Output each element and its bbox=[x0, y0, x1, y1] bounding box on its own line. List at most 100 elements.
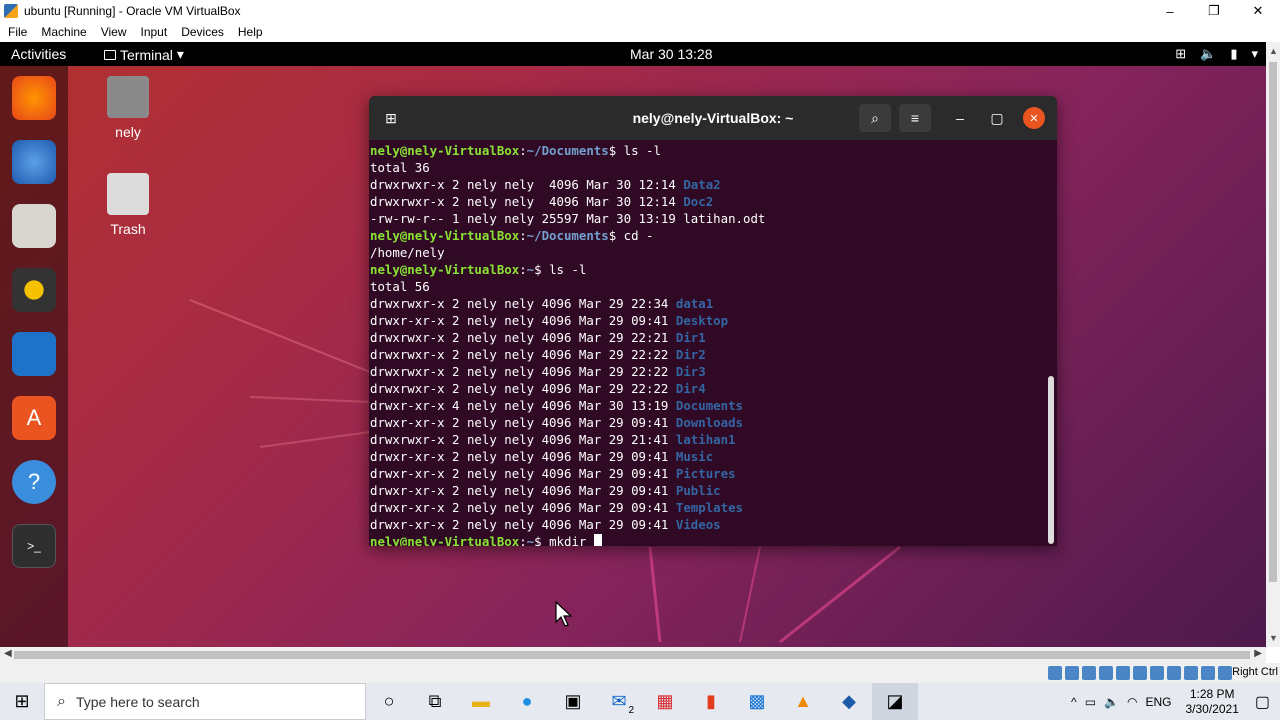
terminal-close-button[interactable]: ✕ bbox=[1023, 107, 1045, 129]
keyboard-icon[interactable] bbox=[1218, 666, 1232, 680]
minimize-button[interactable]: – bbox=[1148, 0, 1192, 22]
files-icon[interactable] bbox=[12, 204, 56, 248]
terminal-minimize-button[interactable]: – bbox=[944, 104, 976, 132]
taskbar-clock[interactable]: 1:28 PM 3/30/2021 bbox=[1185, 687, 1238, 717]
terminal-icon[interactable]: >_ bbox=[12, 524, 56, 568]
cortana-icon[interactable]: ○ bbox=[366, 683, 412, 720]
search-button[interactable]: ⌕ bbox=[859, 104, 891, 132]
gift-icon[interactable]: ▦ bbox=[642, 683, 688, 720]
task-view-icon[interactable]: ⧉ bbox=[412, 683, 458, 720]
office-icon[interactable]: ▮ bbox=[688, 683, 734, 720]
horizontal-scrollbar[interactable]: ◀ ▶ bbox=[0, 647, 1266, 663]
software-icon[interactable]: A bbox=[12, 396, 56, 440]
display-icon[interactable] bbox=[1150, 666, 1164, 680]
mail-icon[interactable]: ✉ 2 bbox=[596, 683, 642, 720]
scroll-up-icon[interactable]: ▲ bbox=[1269, 46, 1278, 56]
virtualbox-icon[interactable]: ◆ bbox=[826, 683, 872, 720]
prompt-path: ~/Documents bbox=[526, 143, 609, 158]
terminal-line: /home/nely bbox=[370, 244, 1049, 261]
store-icon[interactable]: ▣ bbox=[550, 683, 596, 720]
firefox-icon[interactable] bbox=[12, 76, 56, 120]
directory-name: data1 bbox=[675, 296, 714, 311]
writer-icon[interactable] bbox=[12, 332, 56, 376]
terminal-line: drwxr-xr-x 2 nely nely 4096 Mar 29 09:41… bbox=[370, 414, 1049, 431]
directory-name: Public bbox=[675, 483, 721, 498]
output-text: drwxrwxr-x 2 nely nely 4096 Mar 30 12:14 bbox=[370, 177, 684, 192]
ubuntu-dock: A ? >_ bbox=[0, 66, 68, 647]
terminal-line: drwxrwxr-x 2 nely nely 4096 Mar 29 21:41… bbox=[370, 431, 1049, 448]
optical-icon[interactable] bbox=[1065, 666, 1079, 680]
output-text: -rw-rw-r-- 1 nely nely 25597 Mar 30 13:1… bbox=[370, 211, 766, 226]
system-tray[interactable]: ⊞ 🔈 ▮ ▾ bbox=[1175, 46, 1258, 62]
topbar-clock[interactable]: Mar 30 13:28 bbox=[630, 46, 713, 62]
thunderbird-icon[interactable] bbox=[12, 140, 56, 184]
terminal-line: nely@nely-VirtualBox:~/Documents$ cd - bbox=[370, 228, 654, 243]
language-indicator[interactable]: ENG bbox=[1145, 695, 1171, 709]
audio-icon[interactable] bbox=[1082, 666, 1096, 680]
whiteboard-icon[interactable]: ▩ bbox=[734, 683, 780, 720]
scroll-left-icon[interactable]: ◀ bbox=[4, 648, 12, 659]
rhythmbox-icon[interactable] bbox=[12, 268, 56, 312]
command-text: ls -l bbox=[623, 143, 661, 158]
scroll-thumb[interactable] bbox=[1269, 62, 1277, 582]
device-icons bbox=[1048, 666, 1232, 680]
output-text: /home/nely bbox=[370, 245, 445, 260]
close-button[interactable]: ✕ bbox=[1236, 0, 1280, 22]
taskbar-time: 1:28 PM bbox=[1189, 686, 1235, 701]
mouse-integration-icon[interactable] bbox=[1201, 666, 1215, 680]
battery-icon[interactable]: ▭ bbox=[1085, 695, 1096, 709]
network-icon[interactable] bbox=[1099, 666, 1113, 680]
terminal-small-icon bbox=[104, 49, 116, 60]
menu-devices[interactable]: Devices bbox=[181, 25, 224, 39]
file-explorer-icon[interactable]: ▬ bbox=[458, 683, 504, 720]
terminal-output[interactable]: nely@nely-VirtualBox:~/Documents$ ls -l t… bbox=[369, 142, 1049, 546]
vm-window-icon[interactable]: ◪ bbox=[872, 683, 918, 720]
mail-badge: 2 bbox=[628, 705, 634, 716]
menubar: File Machine View Input Devices Help bbox=[0, 22, 1280, 42]
help-icon[interactable]: ? bbox=[12, 460, 56, 504]
output-text: drwxr-xr-x 2 nely nely 4096 Mar 29 09:41 bbox=[370, 466, 676, 481]
menu-input[interactable]: Input bbox=[141, 25, 168, 39]
scroll-down-icon[interactable]: ▼ bbox=[1269, 633, 1278, 643]
desktop-trash[interactable]: Trash bbox=[88, 173, 168, 237]
volume-icon[interactable]: 🔈 bbox=[1104, 695, 1119, 709]
edge-icon[interactable]: ● bbox=[504, 683, 550, 720]
recording-icon[interactable] bbox=[1167, 666, 1181, 680]
notification-icon[interactable]: ▢ bbox=[1255, 692, 1270, 712]
terminal-line: nely@nely-VirtualBox:~$ mkdir bbox=[370, 533, 1049, 546]
scroll-thumb[interactable] bbox=[14, 651, 1250, 659]
terminal-line: drwxrwxr-x 2 nely nely 4096 Mar 29 22:22… bbox=[370, 346, 1049, 363]
desktop-home-folder[interactable]: nely bbox=[88, 76, 168, 140]
output-text: drwxr-xr-x 2 nely nely 4096 Mar 29 09:41 bbox=[370, 517, 676, 532]
chevron-up-icon[interactable]: ^ bbox=[1071, 695, 1077, 709]
terminal-line: drwxrwxr-x 2 nely nely 4096 Mar 29 22:34… bbox=[370, 295, 1049, 312]
app-menu[interactable]: Terminal ▾ bbox=[104, 46, 184, 63]
terminal-line: drwxr-xr-x 2 nely nely 4096 Mar 29 09:41… bbox=[370, 465, 1049, 482]
wifi-icon[interactable]: ◠ bbox=[1127, 695, 1137, 709]
cpu-icon[interactable] bbox=[1184, 666, 1198, 680]
hdd-icon[interactable] bbox=[1048, 666, 1062, 680]
prompt-user: nely@nely-VirtualBox bbox=[370, 228, 520, 243]
prompt-path: ~/Documents bbox=[526, 228, 609, 243]
vm-display[interactable]: Activities Terminal ▾ Mar 30 13:28 ⊞ 🔈 ▮… bbox=[0, 42, 1266, 647]
taskbar-date: 3/30/2021 bbox=[1185, 701, 1239, 716]
search-box[interactable]: ⌕ Type here to search bbox=[44, 683, 366, 720]
usb-icon[interactable] bbox=[1116, 666, 1130, 680]
terminal-maximize-button[interactable]: ▢ bbox=[981, 104, 1013, 132]
menu-file[interactable]: File bbox=[8, 25, 27, 39]
start-button[interactable]: ⊞ bbox=[0, 683, 44, 720]
vlc-icon[interactable]: ▲ bbox=[780, 683, 826, 720]
menu-machine[interactable]: Machine bbox=[41, 25, 86, 39]
maximize-button[interactable]: ❐ bbox=[1192, 0, 1236, 22]
terminal-scrollbar[interactable] bbox=[1048, 376, 1054, 544]
output-text: drwxr-xr-x 2 nely nely 4096 Mar 29 09:41 bbox=[370, 449, 676, 464]
vertical-scrollbar[interactable]: ▲ ▼ bbox=[1266, 42, 1280, 647]
menu-button[interactable]: ≡ bbox=[899, 104, 931, 132]
menu-view[interactable]: View bbox=[101, 25, 127, 39]
terminal-window[interactable]: ⊞ nely@nely-VirtualBox: ~ ⌕ ≡ – ▢ ✕ nely… bbox=[369, 96, 1057, 546]
activities-button[interactable]: Activities bbox=[11, 46, 66, 62]
scroll-right-icon[interactable]: ▶ bbox=[1254, 648, 1262, 659]
menu-help[interactable]: Help bbox=[238, 25, 263, 39]
shared-folder-icon[interactable] bbox=[1133, 666, 1147, 680]
directory-name: Dir2 bbox=[675, 347, 706, 362]
